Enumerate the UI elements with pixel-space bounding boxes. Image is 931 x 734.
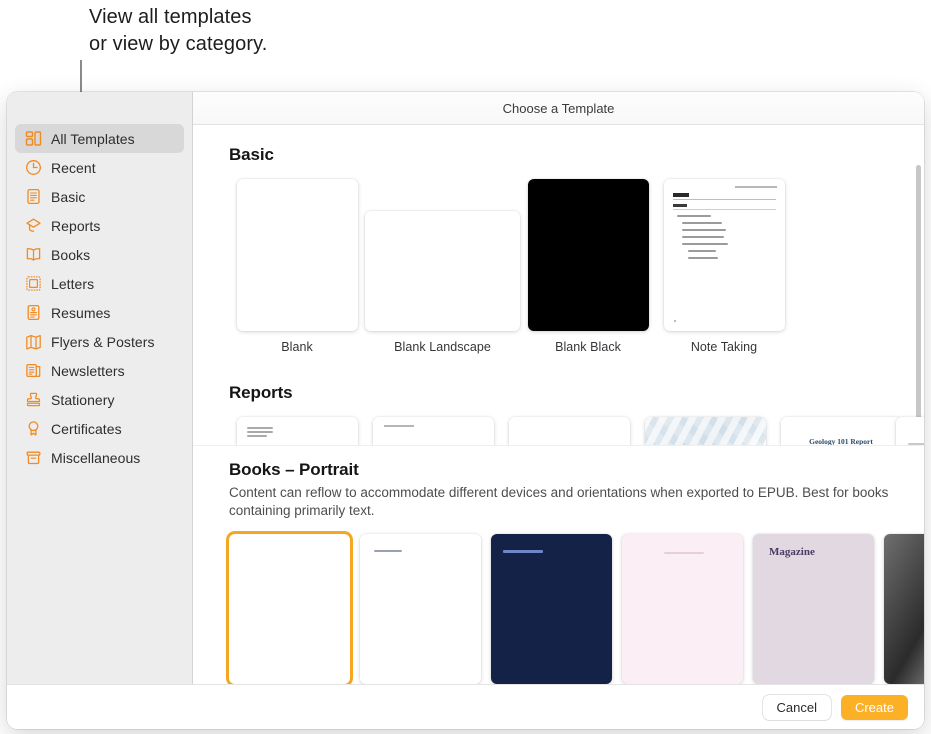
sidebar-item-miscellaneous[interactable]: Miscellaneous xyxy=(15,443,184,472)
sidebar-item-stationery[interactable]: Stationery xyxy=(15,385,184,414)
template-thumbnail[interactable] xyxy=(229,534,350,684)
template-thumbnail[interactable] xyxy=(360,534,481,684)
template-thumbnail[interactable] xyxy=(236,179,358,331)
template-gallery[interactable]: Basic Blank Blank Landscape Blank Black … xyxy=(193,125,924,684)
book-tile-2[interactable] xyxy=(360,534,491,684)
screenshot-root: View all templates or view by category. … xyxy=(0,0,931,734)
cancel-button[interactable]: Cancel xyxy=(762,694,831,720)
template-thumbnail[interactable] xyxy=(884,534,924,684)
sidebar-item-resumes[interactable]: Resumes xyxy=(15,298,184,327)
section-title-reports: Reports xyxy=(229,383,293,402)
callout-text: View all templates or view by category. xyxy=(89,6,268,55)
rubber-stamp-icon xyxy=(24,391,42,409)
template-label: Blank xyxy=(281,340,313,354)
book-tile-4[interactable] xyxy=(622,534,753,684)
newsletter-icon xyxy=(24,362,42,380)
sidebar-item-label: All Templates xyxy=(51,130,135,147)
folded-flyer-icon xyxy=(24,333,42,351)
template-thumbnail[interactable] xyxy=(663,179,785,331)
sidebar-item-label: Stationery xyxy=(51,391,115,408)
box-icon xyxy=(24,449,42,467)
sidebar-item-recent[interactable]: Recent xyxy=(15,153,184,182)
book-tile-3[interactable] xyxy=(491,534,622,684)
resume-icon xyxy=(24,304,42,322)
template-tile-blank[interactable]: Blank xyxy=(229,179,365,355)
sidebar-item-label: Reports xyxy=(51,217,101,234)
section-title-basic: Basic xyxy=(229,145,274,164)
sidebar-item-label: Newsletters xyxy=(51,362,125,379)
template-thumbnail[interactable]: Magazine xyxy=(753,534,874,684)
sidebar-item-flyers-posters[interactable]: Flyers & Posters xyxy=(15,327,184,356)
template-thumbnail[interactable] xyxy=(527,179,649,331)
template-tile-note-taking[interactable]: Note Taking xyxy=(656,179,792,355)
clock-icon xyxy=(24,159,42,177)
sidebar-list: All Templates Recent Basic Reports Books… xyxy=(7,98,192,472)
sidebar-item-basic[interactable]: Basic xyxy=(15,182,184,211)
book-tile-5[interactable]: Magazine xyxy=(753,534,884,684)
sidebar-item-label: Letters xyxy=(51,275,95,292)
create-button[interactable]: Create xyxy=(840,694,908,720)
section-title-books-portrait: Books – Portrait xyxy=(229,460,359,479)
template-thumbnail[interactable] xyxy=(365,211,520,331)
template-label: Note Taking xyxy=(690,340,758,354)
sidebar-item-certificates[interactable]: Certificates xyxy=(15,414,184,443)
template-thumbnail[interactable] xyxy=(491,534,612,684)
award-ribbon-icon xyxy=(24,420,42,438)
sidebar-item-newsletters[interactable]: Newsletters xyxy=(15,356,184,385)
all-templates-icon xyxy=(24,130,42,148)
sidebar: All Templates Recent Basic Reports Books… xyxy=(7,92,193,684)
sidebar-item-reports[interactable]: Reports xyxy=(15,211,184,240)
section-books-portrait: Books – Portrait Content can reflow to a… xyxy=(193,445,924,684)
sidebar-item-books[interactable]: Books xyxy=(15,240,184,269)
template-row-books: Magazine xyxy=(229,534,924,684)
book-tile-6[interactable] xyxy=(884,534,924,684)
sidebar-item-label: Resumes xyxy=(51,304,111,321)
graduation-cap-icon xyxy=(24,217,42,235)
sidebar-item-label: Books xyxy=(51,246,91,263)
template-label: Blank Black xyxy=(555,340,621,354)
dialog-footer: Cancel Create xyxy=(7,684,924,729)
book-tile-1[interactable] xyxy=(229,534,360,684)
template-tile-blank-landscape[interactable]: Blank Landscape xyxy=(365,211,520,355)
sidebar-item-label: Basic xyxy=(51,188,86,205)
sidebar-item-label: Certificates xyxy=(51,420,122,437)
template-row-basic: Blank Blank Landscape Blank Black Note T… xyxy=(229,179,924,355)
window-title: Choose a Template xyxy=(502,100,615,116)
main-panel: Choose a Template Basic Blank Blank Land… xyxy=(193,92,924,684)
sidebar-item-label: Miscellaneous xyxy=(51,449,141,466)
sidebar-item-letters[interactable]: Letters xyxy=(15,269,184,298)
document-icon xyxy=(24,188,42,206)
open-book-icon xyxy=(24,246,42,264)
choose-template-window: All Templates Recent Basic Reports Books… xyxy=(7,92,924,729)
window-titlebar: Choose a Template xyxy=(193,92,924,125)
template-label: Blank Landscape xyxy=(394,340,491,354)
template-tile-blank-black[interactable]: Blank Black xyxy=(520,179,656,355)
window-body: All Templates Recent Basic Reports Books… xyxy=(7,92,924,684)
template-thumbnail[interactable] xyxy=(622,534,743,684)
sidebar-item-label: Recent xyxy=(51,159,96,176)
section-description-books-portrait: Content can reflow to accommodate differ… xyxy=(229,485,889,518)
sidebar-item-all-templates[interactable]: All Templates xyxy=(15,124,184,153)
sidebar-item-label: Flyers & Posters xyxy=(51,333,155,350)
stamp-frame-icon xyxy=(24,275,42,293)
